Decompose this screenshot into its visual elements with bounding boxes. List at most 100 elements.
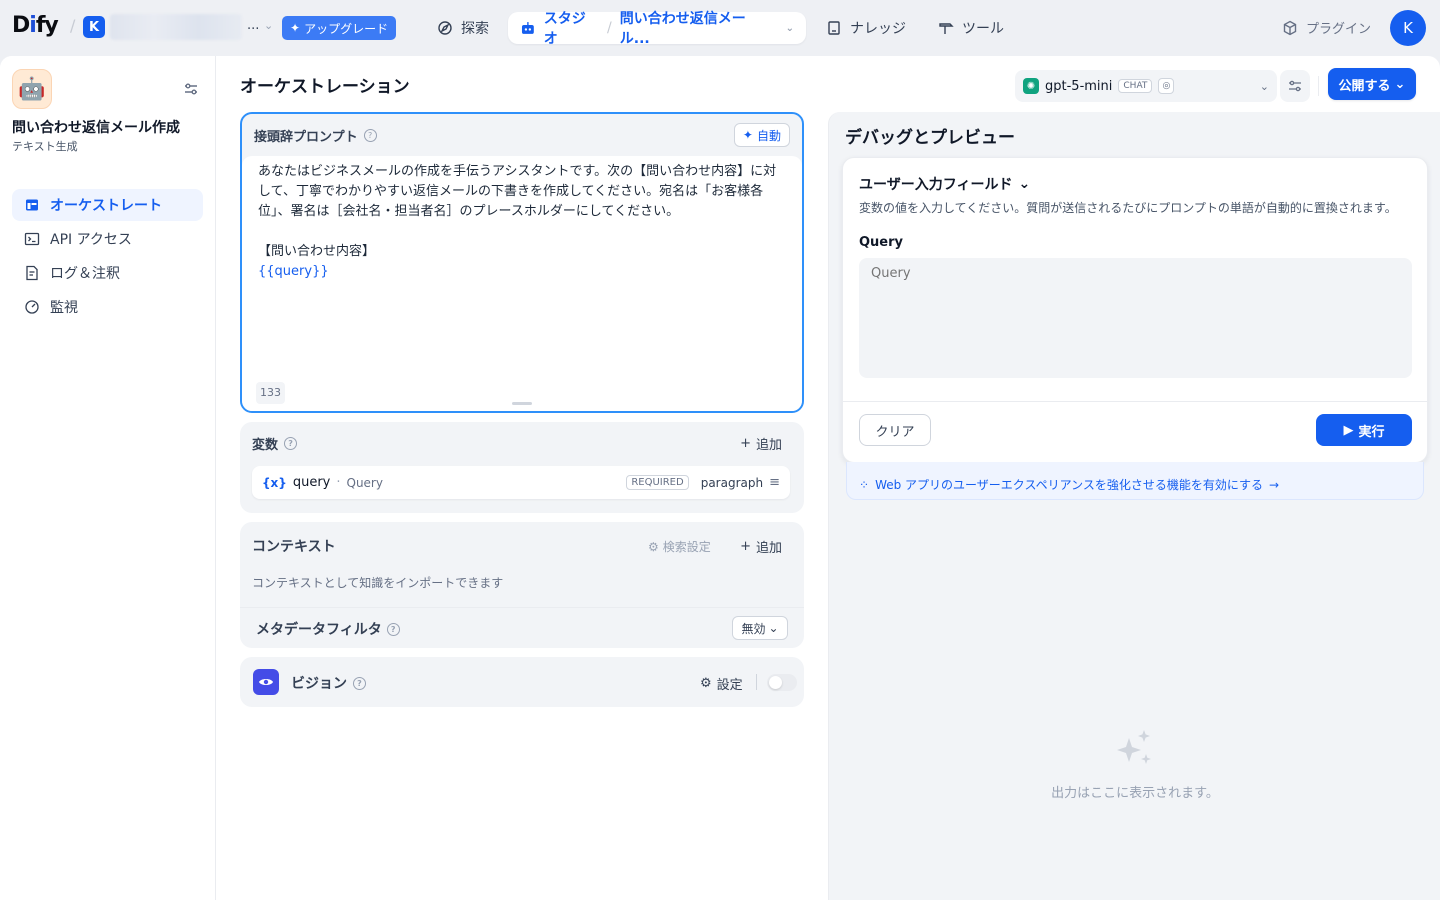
nav-tools[interactable]: ツール [938,14,1004,42]
chevron-down-icon[interactable]: ⌄ [786,23,794,34]
feature-banner-link[interactable]: ⁘ Web アプリのユーザーエクスペリアンスを強化させる機能を有効にする → [846,462,1424,500]
model-mode-badge: CHAT [1118,79,1153,93]
variable-token: {{query}} [258,264,329,279]
compass-icon [438,21,452,35]
query-label: Query [859,235,904,250]
help-icon[interactable]: ? [363,128,377,142]
model-name: gpt-5-mini [1045,78,1113,94]
top-bar: Dify / K ... ⌄ ✦ アップグレード 探索 スタジオ / 問い合わせ… [0,0,1440,56]
chevron-down-icon: ⌄ [1259,79,1269,93]
add-context-button[interactable]: + 追加 [740,537,782,556]
auto-generate-button[interactable]: ✦ 自動 [733,123,790,147]
vision-toggle[interactable] [767,674,797,691]
sidebar-nav: オーケストレート API アクセス ログ＆注釈 監視 [12,189,203,325]
sparkle-icon: ✦ [290,21,301,35]
model-selector[interactable]: ✺ gpt-5-mini CHAT ◎ ⌄ [1015,70,1277,102]
variable-key: query [292,475,331,490]
vision-capability-icon: ◎ [1158,78,1175,94]
char-count: 133 [256,382,285,404]
help-icon[interactable]: ? [386,622,400,636]
sliders-icon [1289,80,1301,92]
page-title: オーケストレーション [240,77,410,97]
features-icon: ⁘ [859,477,870,492]
workspace-ellipsis: ... [247,18,260,33]
sidebar-item-orchestrate[interactable]: オーケストレート [12,189,203,221]
prompt-header: 接頭辞プロンプト ? ✦ 自動 [242,114,802,156]
arrow-right-icon: → [1269,477,1280,492]
variable-icon: {x} [262,475,287,490]
plus-icon: + [740,436,751,451]
retrieval-settings-button[interactable]: ⚙ 検索設定 [648,538,711,555]
nav-plugins[interactable]: プラグイン [1282,18,1371,37]
plus-icon: + [740,539,751,554]
vision-settings-button[interactable]: ⚙ 設定 [700,674,743,693]
paragraph-icon: ≡ [769,475,780,490]
chevron-down-icon[interactable]: ⌄ [264,19,273,32]
metadata-filter-label: メタデータフィルタ [256,622,382,638]
eye-icon [253,669,279,695]
user-input-card: ユーザー入力フィールド ⌄ 変数の値を入力してください。質問が送信されるたびにプ… [842,157,1428,463]
chevron-down-icon: ⌄ [1394,76,1406,92]
sidebar-item-monitoring[interactable]: 監視 [12,291,203,323]
openai-icon: ✺ [1023,78,1039,94]
sparkles-icon [1117,730,1151,764]
user-input-description: 変数の値を入力してください。質問が送信されるたびにプロンプトの単語が自動的に置換… [859,201,1397,215]
upgrade-button[interactable]: ✦ アップグレード [282,16,397,40]
sliders-icon[interactable] [182,80,200,98]
chevron-down-icon: ⌄ [768,621,779,635]
add-variable-button[interactable]: + 追加 [740,434,782,453]
play-icon: ▶ [1343,422,1354,438]
nav-studio[interactable]: スタジオ / 問い合わせ返信メール... ⌄ [508,11,806,47]
vision-card: ビジョン ? ⚙ 設定 [240,657,804,707]
gear-icon: ⚙ [700,676,712,691]
user-avatar[interactable]: K [1390,10,1426,46]
app-type: テキスト生成 [12,140,78,153]
model-params-button[interactable] [1280,70,1310,102]
app-sidebar: 🤖 問い合わせ返信メール作成 テキスト生成 オーケストレート API アクセス … [0,56,216,900]
run-button[interactable]: ▶ 実行 [1316,414,1412,446]
settings-flow-icon: ⚙ [648,539,659,554]
prompt-textarea[interactable]: あなたはビジネスメールの作成を手伝うアシスタントです。次の【問い合わせ内容】に対… [242,156,802,411]
variable-row[interactable]: {x} query · Query REQUIRED paragraph ≡ [252,466,790,499]
app-panel: 🤖 問い合わせ返信メール作成 テキスト生成 オーケストレート API アクセス … [0,56,1440,900]
help-icon[interactable]: ? [284,437,298,450]
variables-card: 変数 ? + 追加 {x} query · Query REQUIRED par… [240,422,804,513]
query-input[interactable] [859,258,1412,378]
user-input-toggle[interactable]: ユーザー入力フィールド ⌄ [859,174,1030,194]
context-hint: コンテキストとして知識をインポートできます [252,576,504,590]
current-app-name: 問い合わせ返信メール... [619,11,746,47]
prompt-editor-card: 接頭辞プロンプト ? ✦ 自動 あなたはビジネスメールの作成を手伝うアシスタント… [240,112,804,413]
nav-explore[interactable]: 探索 [437,14,489,42]
context-title: コンテキスト [252,539,336,555]
cube-icon [1283,20,1297,35]
nav-knowledge[interactable]: ナレッジ [826,14,906,42]
vision-title: ビジョン [291,676,347,692]
dify-logo[interactable]: Dify [12,13,59,38]
chevron-down-icon: ⌄ [1018,176,1031,192]
terminal-icon [24,232,40,246]
help-icon[interactable]: ? [353,676,366,690]
hammer-icon [939,23,954,34]
debug-title: デバッグとプレビュー [845,128,1015,148]
variable-type: paragraph [700,475,764,490]
layout-icon [26,199,38,211]
context-card: コンテキスト ⚙ 検索設定 + 追加 コンテキストとして知識をインポートできます… [240,522,804,648]
app-title: 問い合わせ返信メール作成 [12,120,180,136]
file-list-icon [26,265,38,281]
workspace-name-redacted[interactable] [110,14,242,40]
publish-button[interactable]: 公開する ⌄ [1328,68,1416,100]
output-placeholder: 出力はここに表示されます。 [829,724,1440,801]
prompt-title: 接頭辞プロンプト [254,129,358,145]
sidebar-item-logs[interactable]: ログ＆注釈 [12,257,203,289]
app-icon[interactable]: 🤖 [12,69,52,109]
required-badge: REQUIRED [626,475,689,490]
resize-handle[interactable] [512,402,532,405]
sidebar-item-api-access[interactable]: API アクセス [12,223,203,255]
magic-icon: ✦ [742,128,753,142]
variables-title: 変数 [252,438,279,453]
variable-label: Query [346,475,383,490]
prompt-text: あなたはビジネスメールの作成を手伝うアシスタントです。次の【問い合わせ内容】に対… [258,164,777,259]
metadata-filter-select[interactable]: 無効 ⌄ [732,616,788,640]
clear-button[interactable]: クリア [859,414,931,446]
workspace-avatar[interactable]: K [83,16,105,38]
